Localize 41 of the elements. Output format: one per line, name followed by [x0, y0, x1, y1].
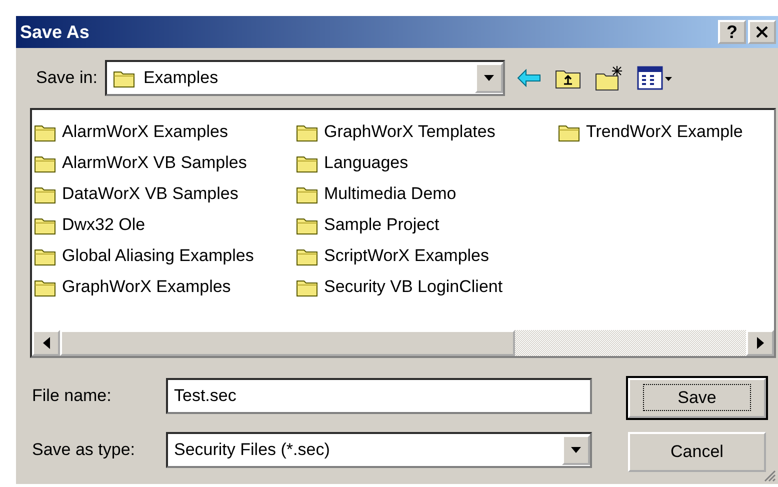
horizontal-scrollbar[interactable] — [32, 330, 774, 356]
folder-item[interactable]: Languages — [296, 149, 558, 177]
folder-item[interactable]: AlarmWorX Examples — [34, 118, 296, 146]
view-list-icon — [637, 66, 674, 90]
folder-item[interactable]: Dwx32 Ole — [34, 211, 296, 239]
file-name-field[interactable]: Test.sec — [166, 378, 592, 414]
back-button[interactable] — [517, 66, 542, 90]
left-triangle-icon — [42, 337, 50, 349]
folder-item[interactable]: Multimedia Demo — [296, 180, 558, 208]
folder-name: Examples — [143, 67, 218, 90]
new-folder-icon — [595, 65, 624, 91]
folder-item[interactable]: TrendWorX Example — [558, 118, 774, 146]
file-type-dropdown[interactable]: Security Files (*.sec) — [166, 432, 592, 468]
save-as-type-label: Save as type: — [32, 439, 136, 462]
cancel-button[interactable]: Cancel — [628, 432, 766, 472]
right-triangle-icon — [756, 337, 764, 349]
save-in-label: Save in: — [36, 67, 98, 90]
folder-item[interactable]: Security VB LoginClient — [296, 273, 558, 301]
folder-item[interactable]: AlarmWorX VB Samples — [34, 149, 296, 177]
save-in-dropdown[interactable]: Examples — [105, 60, 506, 96]
window-title: Save As — [20, 20, 90, 44]
folder-item[interactable]: Sample Project — [296, 211, 558, 239]
scrollbar-thumb[interactable] — [60, 330, 515, 356]
save-button[interactable]: Save — [628, 378, 766, 418]
folder-item[interactable]: DataWorX VB Samples — [34, 180, 296, 208]
resize-grip-icon — [762, 468, 776, 482]
view-menu-button[interactable] — [637, 66, 674, 90]
folder-item[interactable]: GraphWorX Examples — [34, 273, 296, 301]
folder-item[interactable]: ScriptWorX Examples — [296, 242, 558, 270]
close-icon — [756, 26, 768, 38]
folder-item[interactable]: GraphWorX Templates — [296, 118, 558, 146]
help-button[interactable]: ? — [718, 20, 746, 44]
left-arrow-icon — [517, 68, 542, 87]
caret-icon — [570, 446, 582, 454]
folder-item[interactable]: Global Aliasing Examples — [34, 242, 296, 270]
file-name-label: File name: — [32, 385, 112, 408]
close-button[interactable] — [748, 20, 776, 44]
caret-icon — [483, 74, 496, 82]
scroll-left-button[interactable] — [32, 330, 60, 356]
scroll-right-button[interactable] — [746, 330, 774, 356]
new-folder-button[interactable] — [595, 65, 624, 91]
